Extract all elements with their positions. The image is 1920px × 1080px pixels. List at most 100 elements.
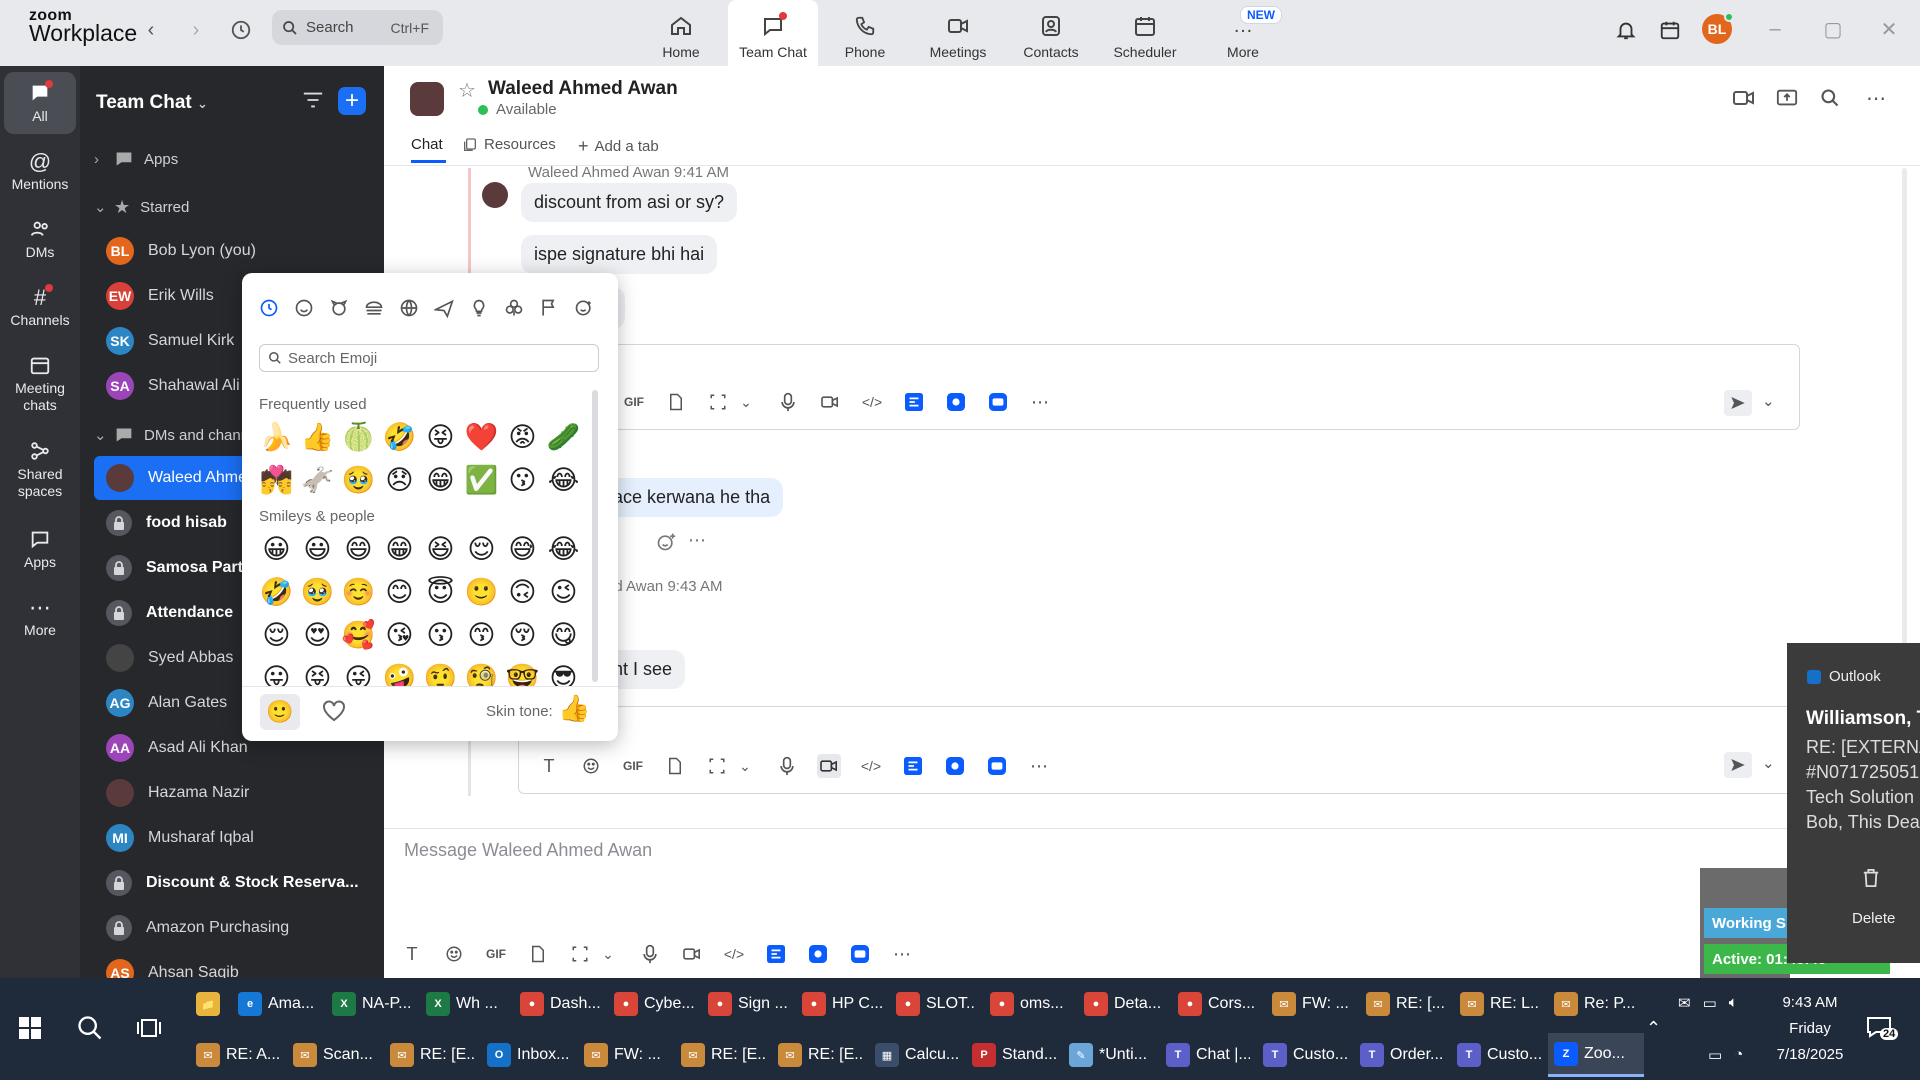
video-message-button[interactable] xyxy=(818,390,842,414)
emoji-cell[interactable]: ☺️ xyxy=(338,571,379,614)
maximize-button[interactable]: ▢ xyxy=(1818,14,1848,44)
network-icon[interactable]: ▭ xyxy=(1708,1046,1722,1064)
taskbar-app-button[interactable]: ✉ RE: [E... xyxy=(675,1033,771,1077)
thread-composer[interactable] xyxy=(518,344,1800,430)
contact-name[interactable]: Waleed Ahmed Awan xyxy=(488,78,678,100)
chevron-down-icon[interactable]: ⌄ xyxy=(1762,754,1775,772)
taskbar-app-button[interactable]: ✉ Scan... xyxy=(287,1033,383,1077)
taskbar-app-button[interactable]: ● HP C... xyxy=(796,982,888,1026)
emoji-scrollbar[interactable] xyxy=(592,390,598,682)
emoji-cell[interactable]: 😋 xyxy=(543,614,584,657)
emoji-cell[interactable]: 🥒 xyxy=(543,416,584,459)
mail-icon[interactable]: ✉ xyxy=(1678,994,1691,1012)
taskbar-app-button[interactable]: Z Zoo... xyxy=(1548,1033,1644,1077)
file-button[interactable] xyxy=(526,942,550,966)
gif-button[interactable]: GIF xyxy=(621,754,645,778)
emoji-cell[interactable]: 😄 xyxy=(338,528,379,571)
emoji-cell[interactable]: 🙂 xyxy=(461,571,502,614)
sidebar-item-dm[interactable]: Discount & Stock Reserva... xyxy=(80,861,384,905)
emoji-cell[interactable]: 😂 xyxy=(543,528,584,571)
emoji-cell[interactable]: 😁 xyxy=(379,528,420,571)
emoji-search-input[interactable]: Search Emoji xyxy=(259,344,599,372)
rail-shared-spaces[interactable]: Shared spaces xyxy=(4,436,76,500)
new-chat-button[interactable]: + xyxy=(338,87,366,115)
calendar-button[interactable] xyxy=(1656,16,1684,44)
more-options-icon[interactable]: ⋯ xyxy=(688,530,706,551)
taskbar-app-button[interactable]: X NA-P... xyxy=(326,982,418,1026)
taskbar-app-button[interactable]: ✉ RE: L... xyxy=(1454,982,1546,1026)
nav-contacts[interactable]: Contacts xyxy=(1006,0,1096,66)
emoji-cell[interactable]: 🧐 xyxy=(461,657,502,686)
emoji-cell[interactable]: 🥹 xyxy=(297,571,338,614)
symbols-category-icon[interactable] xyxy=(501,295,527,321)
contact-avatar[interactable] xyxy=(410,82,444,116)
star-icon[interactable]: ☆ xyxy=(458,78,476,103)
taskbar-app-button[interactable]: ● Sign ... xyxy=(702,982,794,1026)
taskbar-app-button[interactable]: T Order... xyxy=(1354,1033,1450,1077)
app-button[interactable] xyxy=(902,390,926,414)
emoji-cell[interactable]: 😂 xyxy=(543,459,584,502)
emoji-cell[interactable]: 😃 xyxy=(297,528,338,571)
code-button[interactable]: </> xyxy=(859,754,883,778)
taskbar-app-button[interactable]: O Inbox... xyxy=(481,1033,577,1077)
format-text-button[interactable]: T xyxy=(537,754,561,778)
message-bubble[interactable]: ace kerwana he tha xyxy=(600,478,784,517)
emoji-cell[interactable]: 😆 xyxy=(420,528,461,571)
gif-button[interactable]: GIF xyxy=(622,390,646,414)
emoji-cell[interactable]: 😅 xyxy=(502,528,543,571)
emoji-cell[interactable]: 😎 xyxy=(543,657,584,686)
nav-meetings[interactable]: Meetings xyxy=(913,0,1003,66)
wifi-icon[interactable]: ◔ xyxy=(1734,1046,1743,1064)
emoji-cell[interactable]: 🫏 xyxy=(297,459,338,502)
sidebar-item-dm[interactable]: MI Musharaf Iqbal xyxy=(80,816,384,860)
recent-category-icon[interactable] xyxy=(256,295,282,321)
activity-category-icon[interactable] xyxy=(396,295,422,321)
taskbar-app-button[interactable]: e Ama... xyxy=(232,982,324,1026)
message-bubble[interactable]: discount from asi or sy? xyxy=(521,183,738,222)
nav-team-chat[interactable]: Team Chat xyxy=(728,0,818,66)
taskbar-app-button[interactable]: ✉ RE: A... xyxy=(190,1033,286,1077)
app-button[interactable] xyxy=(985,754,1009,778)
emoji-cell[interactable]: 🙃 xyxy=(502,571,543,614)
emoji-cell[interactable]: 💏 xyxy=(256,459,297,502)
taskbar-app-button[interactable]: ▦ Calcu... xyxy=(869,1033,965,1077)
code-button[interactable]: </> xyxy=(860,390,884,414)
emoji-cell[interactable]: 😌 xyxy=(256,614,297,657)
more-options-icon[interactable]: ⋯ xyxy=(1028,390,1052,414)
gif-button[interactable]: GIF xyxy=(484,942,508,966)
rail-apps[interactable]: Apps xyxy=(4,524,76,571)
emoji-cell[interactable]: 👍 xyxy=(297,416,338,459)
chevron-down-icon[interactable]: ⌄ xyxy=(733,754,757,778)
code-button[interactable]: </> xyxy=(722,942,746,966)
emoji-cell[interactable]: 😝 xyxy=(297,657,338,686)
emoji-cell[interactable]: 🤓 xyxy=(502,657,543,686)
taskbar-app-button[interactable]: ● Dash... xyxy=(514,982,606,1026)
emoji-cell[interactable]: 🤣 xyxy=(379,416,420,459)
screenshot-button[interactable] xyxy=(706,390,730,414)
task-view-button[interactable] xyxy=(136,1016,162,1040)
taskbar-app-button[interactable]: 📁 xyxy=(190,982,230,1026)
animal-category-icon[interactable] xyxy=(326,295,352,321)
add-reaction-icon[interactable] xyxy=(656,532,676,552)
file-button[interactable] xyxy=(664,390,688,414)
emoji-cell[interactable]: 🥹 xyxy=(338,459,379,502)
app-button[interactable] xyxy=(943,754,967,778)
taskbar-app-button[interactable]: X Wh ... xyxy=(420,982,512,1026)
sidebar-item-dm[interactable]: Amazon Purchasing xyxy=(80,906,384,950)
emoji-cell[interactable]: 🤣 xyxy=(256,571,297,614)
taskbar-app-button[interactable]: ● Cybe... xyxy=(608,982,700,1026)
send-button[interactable] xyxy=(1724,390,1752,416)
emoji-tab-button[interactable]: 🙂 xyxy=(260,694,300,730)
more-options-icon[interactable]: ⋯ xyxy=(1866,86,1886,111)
emoji-cell[interactable]: 😗 xyxy=(420,614,461,657)
video-call-button[interactable] xyxy=(1732,88,1756,108)
emoji-cell[interactable]: 😝 xyxy=(420,416,461,459)
app-button[interactable] xyxy=(901,754,925,778)
emoji-cell[interactable]: 😁 xyxy=(420,459,461,502)
taskbar-app-button[interactable]: ✉ FW: ... xyxy=(1266,982,1358,1026)
chevron-down-icon[interactable]: ⌄ xyxy=(1762,392,1775,410)
objects-category-icon[interactable] xyxy=(466,295,492,321)
emoji-cell[interactable]: 😀 xyxy=(256,528,297,571)
taskbar-app-button[interactable]: ✉ Re: P... xyxy=(1548,982,1640,1026)
thread-composer[interactable] xyxy=(518,706,1800,794)
